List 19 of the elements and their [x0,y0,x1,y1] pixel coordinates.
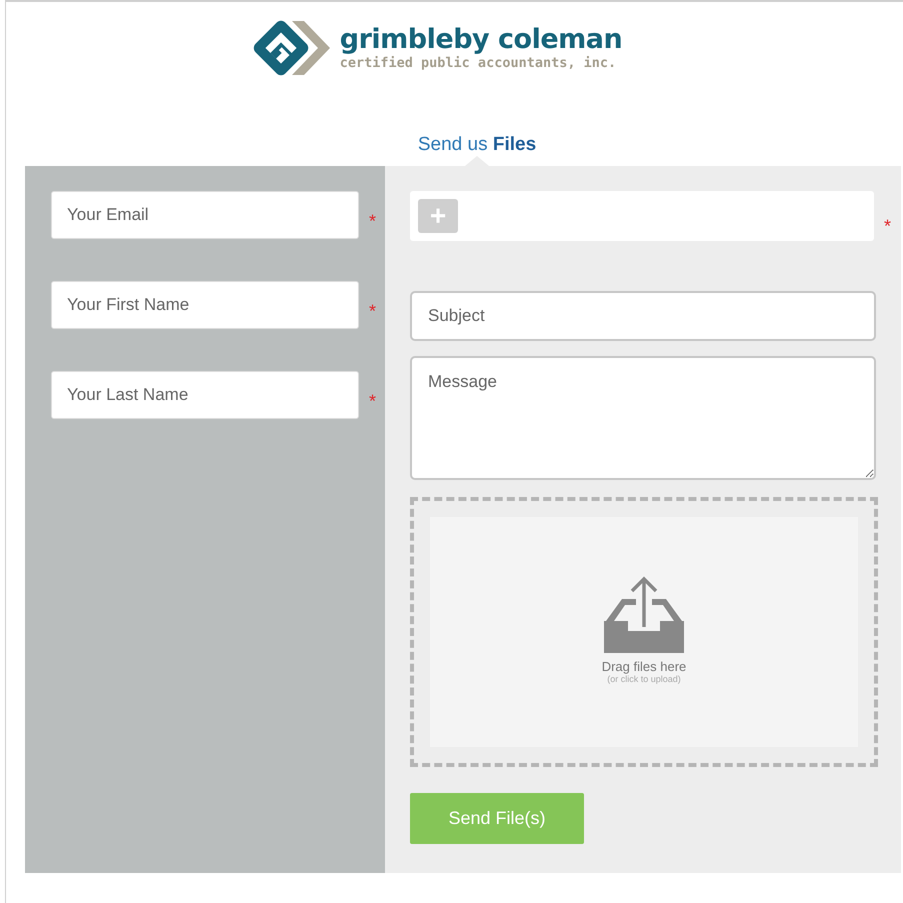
input-field[interactable]: Your Email [51,191,359,239]
required-marker: * [369,210,376,232]
subject-field[interactable]: Subject [410,291,876,341]
required-marker: * [369,300,376,322]
send-button[interactable]: Send File(s) [410,793,584,844]
form-heading: Send us Files [416,134,538,157]
required-marker: * [369,390,376,412]
drop-title: Drag files here [602,659,686,674]
recipients-field[interactable]: + [410,191,874,241]
logo-tagline: certified public accountants, inc. [340,55,618,71]
drop-zone[interactable]: Drag files here (or click to upload) [410,497,878,767]
input-field[interactable]: Your Last Name [51,371,359,419]
upload-tray-icon [602,575,686,655]
message-field[interactable]: Message [410,356,876,480]
add-button[interactable]: + [418,199,458,233]
required-marker: * [884,216,892,236]
drop-hint: (or click to upload) [607,674,681,684]
input-field[interactable]: Your First Name [51,281,359,329]
logo-name: grimbleby coleman [340,25,622,55]
